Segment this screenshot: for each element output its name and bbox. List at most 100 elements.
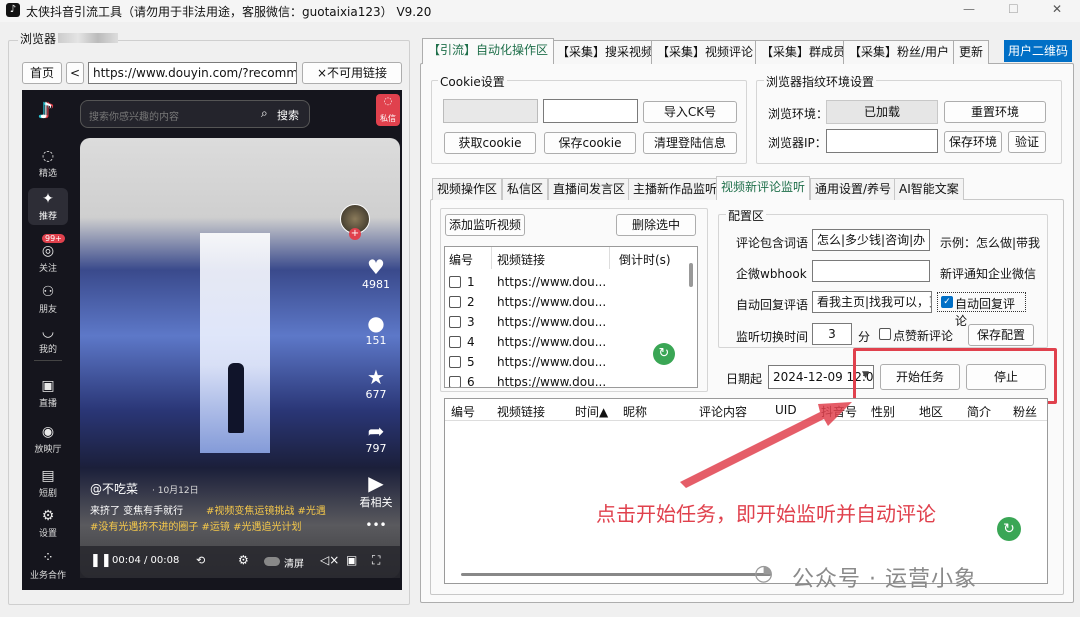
column-header: 昵称 [623,405,648,419]
row-number: 3 [467,315,475,329]
volume-icon[interactable]: ◁× [320,553,339,567]
monitor-scrollbar[interactable] [689,263,693,287]
table-row[interactable]: 5 https://www.dou... [445,353,685,373]
clear-screen-toggle[interactable] [264,557,280,566]
refresh-icon[interactable]: ↻ [653,343,675,365]
unavailable-link-button[interactable]: ×不可用链接 [302,62,402,84]
share-icon: ➦ [367,419,385,443]
cookie-value-field[interactable] [543,99,638,123]
private-message-button[interactable]: ◌ 私信 [376,94,400,126]
nav-label: 短剧 [38,489,57,499]
save-config-button[interactable]: 保存配置 [968,324,1034,346]
row-checkbox[interactable] [449,376,461,387]
keywords-field[interactable]: 怎么|多少钱|咨询|办 [812,229,930,251]
pip-icon[interactable]: ▣ [346,553,357,567]
tab-fensi[interactable]: 【采集】粉丝/用户 [843,40,956,64]
tab-qunchengyuan[interactable]: 【采集】群成员 [755,40,852,64]
subtab-private-msg[interactable]: 私信区 [502,178,549,200]
nav-pengyou[interactable]: ⚇ 朋友 [22,284,74,315]
auto-reply-field[interactable]: 看我主页|找我可以，更 [812,291,932,313]
url-field[interactable]: https://www.douyin.com/?recommend [88,62,297,84]
nav-zhibo[interactable]: ▣ 直播 [22,378,74,409]
clear-login-button[interactable]: 清理登陆信息 [643,132,737,154]
qr-code-button[interactable]: 用户二维码 [1004,40,1072,62]
refresh-icon[interactable]: ↻ [997,517,1021,541]
subtab-anchor-monitor[interactable]: 主播新作品监听 [628,178,723,200]
share-button[interactable]: ➦ 797 [358,420,394,455]
row-url: https://www.dou... [497,295,607,309]
nav-jingxuan[interactable]: ◌ 精选 [22,148,74,179]
video-tags-2[interactable]: #没有光遇挤不进的圈子 #运镜 #光遇追光计划 [90,518,302,533]
tab-shipin-pinglun[interactable]: 【采集】视频评论 [651,40,760,64]
home-button[interactable]: 首页 [22,62,62,84]
search-box[interactable]: 搜索你感兴趣的内容 ⌕ 搜索 [80,100,310,128]
column-header: 编号 [449,253,474,267]
table-row[interactable]: 4 https://www.dou... [445,333,685,353]
webhook-field[interactable] [812,260,930,282]
save-cookie-button[interactable]: 保存cookie [544,132,636,154]
pause-icon[interactable]: ❚❚ [90,553,112,568]
search-button[interactable]: 搜索 [277,107,299,123]
row-checkbox[interactable] [449,356,461,368]
verify-button[interactable]: 验证 [1008,131,1046,153]
nav-shezhi[interactable]: ⚙ 设置 [22,508,74,539]
row-checkbox[interactable] [449,276,461,288]
back-button[interactable]: < [66,62,84,84]
save-env-button[interactable]: 保存环境 [944,131,1002,153]
row-url: https://www.dou... [497,315,607,329]
close-button[interactable]: ✕ [1052,2,1072,16]
follow-plus-icon[interactable]: + [349,228,361,240]
table-row[interactable]: 2 https://www.dou... [445,293,685,313]
video-author[interactable]: @不吃菜 [90,480,138,497]
table-row[interactable]: 3 https://www.dou... [445,313,685,333]
h-scrollbar[interactable] [461,573,771,576]
get-cookie-button[interactable]: 获取cookie [444,132,536,154]
checkbox-checked-icon: ✓ [941,296,953,308]
more-button[interactable]: ••• [358,514,394,536]
auto-reply-checkbox[interactable]: ✓ 自动回复评论 [937,292,1026,328]
nav-duanju[interactable]: ▤ 短剧 [22,468,74,499]
related-button[interactable]: ▶ 看相关 [358,472,394,510]
import-ck-button[interactable]: 导入CK号 [643,101,737,123]
subtab-general[interactable]: 通用设置/养号 [810,178,897,200]
nav-label: 设置 [38,529,57,539]
ip-field[interactable] [826,129,938,153]
nav-wode[interactable]: ◡ 我的 [22,324,74,355]
favorite-button[interactable]: ★ 677 [358,366,394,401]
like-button[interactable]: ♥ 4981 [358,256,394,291]
tab-yinliu[interactable]: 【引流】自动化操作区 [422,38,555,64]
subtab-live-speak[interactable]: 直播间发言区 [548,178,631,200]
nav-yewuhezuo[interactable]: ⁘ 业务合作 [22,550,74,581]
row-checkbox[interactable] [449,316,461,328]
row-checkbox[interactable] [449,336,461,348]
reset-env-button[interactable]: 重置环境 [944,101,1046,123]
tab-update[interactable]: 更新 [953,40,990,64]
add-monitor-video-button[interactable]: 添加监听视频 [445,214,525,236]
subtab-ai[interactable]: AI智能文案 [894,178,964,200]
nav-fangyingting[interactable]: ◉ 放映厅 [22,424,74,455]
subtab-comment-monitor[interactable]: 视频新评论监听 [716,176,811,200]
fullscreen-icon[interactable]: ⛶ [372,553,380,568]
settings-gear-icon[interactable]: ⚙ [238,553,249,567]
delete-selected-button[interactable]: 删除选中 [616,214,696,236]
related-label: 看相关 [359,496,393,509]
cookie-title: Cookie设置 [438,73,507,90]
tab-soucai[interactable]: 【采集】搜采视频 [551,40,660,64]
autoplay-icon[interactable]: ⟲ [196,554,205,567]
like-new-checkbox[interactable] [879,328,891,340]
subtab-video-ops[interactable]: 视频操作区 [432,178,503,200]
nav-guanzhu[interactable]: ◎ 关注 [22,243,74,274]
annotation-arrow [680,402,852,488]
maximize-button[interactable]: ☐ [1008,2,1028,16]
column-header: 时间▲ [575,405,609,419]
row-checkbox[interactable] [449,296,461,308]
minimize-button[interactable]: — [963,2,983,16]
cookie-account-field[interactable] [443,99,538,123]
table-row[interactable]: 1 https://www.dou... [445,273,685,293]
switch-time-field[interactable]: 3 [812,323,852,345]
comment-button[interactable]: ● 151 [358,312,394,347]
subtab-label: 私信区 [507,182,544,196]
nav-tuijian[interactable]: ✦ 推荐 [28,188,68,225]
table-row[interactable]: 6 https://www.dou... [445,373,685,387]
video-tags-1[interactable]: #视频变焦运镜挑战 #光遇 [206,502,326,517]
